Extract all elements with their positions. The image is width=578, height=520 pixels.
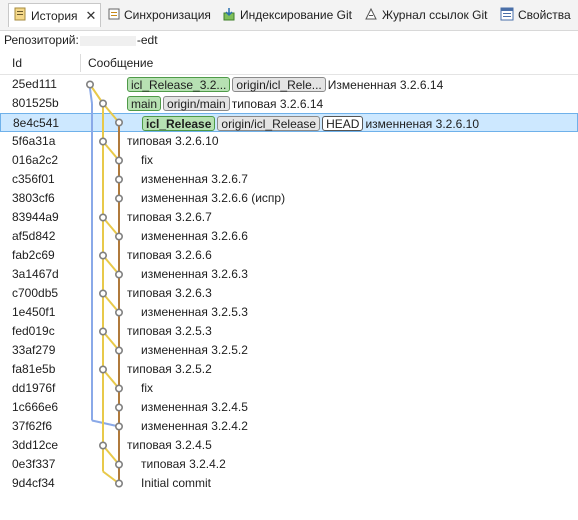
tab-reflog-label: Журнал ссылок Git [382,8,488,22]
commit-node [99,99,108,108]
repository-name-masked [79,35,136,46]
commit-message-cell: icl_Release_3.2... origin/icl_Rele... Изме… [127,77,443,92]
tab-sync-label: Синхронизация [124,8,211,22]
remote-branch-badge[interactable]: origin/icl_Rele... [232,77,326,92]
close-icon[interactable]: ✕ [86,8,97,24]
remote-branch-badge[interactable]: origin/icl_Release [217,116,321,131]
tab-git-staging[interactable]: Индексирование Git [222,3,352,27]
commit-message: Измененная 3.2.6.14 [327,77,444,92]
commit-node [99,441,108,450]
commit-node [99,251,108,260]
tab-history-label: История [31,8,78,23]
tab-sync[interactable]: Синхронизация [108,3,211,27]
commit-message: типовая 3.2.6.14 [231,96,324,111]
commit-node [115,403,124,412]
sync-icon [108,7,120,24]
commit-node [115,422,124,431]
commit-node [115,346,124,355]
commit-node [115,156,124,165]
commit-node [115,270,124,279]
tab-git-staging-label: Индексирование Git [240,8,352,22]
commit-node [99,365,108,374]
graph-lane-blue [91,419,120,428]
tab-history[interactable]: История ✕ [8,3,102,27]
commit-message: изменненая 3.2.6.10 [365,116,480,131]
commit-message: измененная 3.2.6.6 (испр) [141,191,286,205]
column-divider[interactable] [80,54,81,72]
commit-node [115,118,124,127]
commit-node [99,137,108,146]
commit-message-cell: icl_Release origin/icl_Release HEAD изменне… [142,116,479,131]
reflog-icon [364,7,378,24]
commit-node [99,327,108,336]
commit-node [115,384,124,393]
repository-name: -edt [136,33,158,47]
table-header: Id Сообщение [0,52,578,75]
column-id-header[interactable]: Id [12,56,22,70]
commit-node [99,289,108,298]
repository-label: Репозиторий: [4,33,79,47]
repository-line: Репозиторий: -edt [0,31,578,49]
commit-node [86,80,95,89]
commit-node [99,213,108,222]
commit-message-cell: измененная 3.2.6.6 (испр) [141,191,285,205]
commit-node [115,194,124,203]
commit-graph [86,80,124,488]
tab-reflog[interactable]: Журнал ссылок Git [364,3,487,27]
commit-node [115,479,124,488]
remote-branch-badge[interactable]: origin/main [163,96,230,111]
properties-icon [500,7,514,24]
head-ref-badge[interactable]: HEAD [322,116,364,131]
git-staging-icon [222,7,236,24]
history-icon [13,7,27,24]
tab-properties[interactable]: Свойства [500,3,571,27]
commit-node [115,460,124,469]
tab-properties-label: Свойства [518,8,571,22]
view-tab-bar: История ✕ Синхронизация Индексирование G… [0,0,578,31]
commit-node [115,232,124,241]
graph-lane-blue [89,88,93,104]
commit-node [115,308,124,317]
column-message-header[interactable]: Сообщение [88,56,153,70]
commit-node [115,175,124,184]
